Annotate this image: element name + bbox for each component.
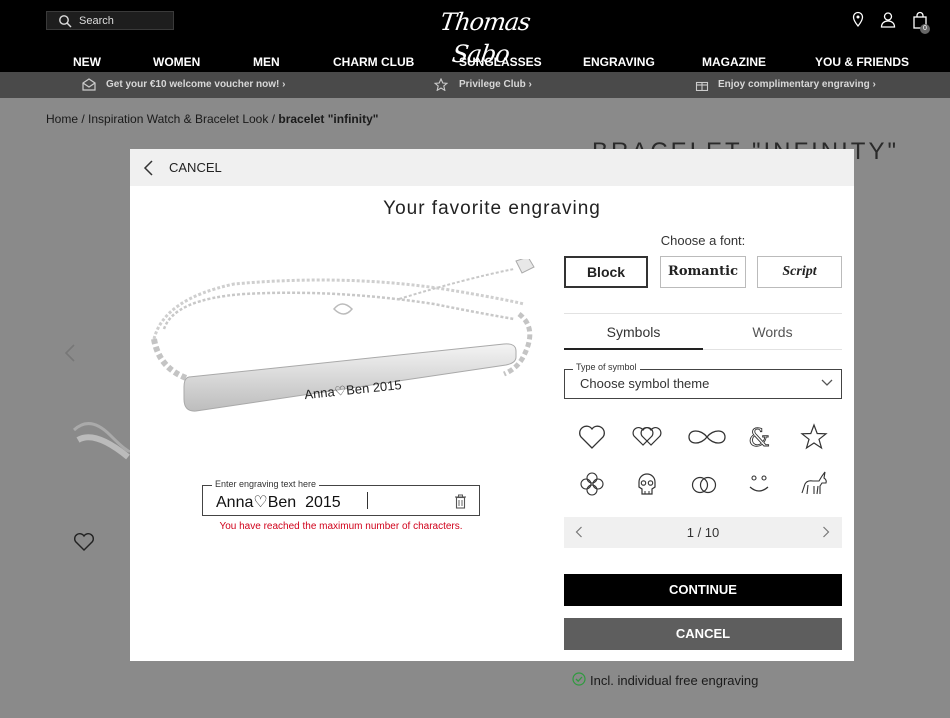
promo-engraving-link[interactable]: Enjoy complimentary engraving › (718, 79, 876, 90)
nav-item-new[interactable]: NEW (73, 55, 101, 69)
symbol-unicorn[interactable] (798, 469, 830, 499)
smiley-icon (749, 475, 769, 492)
symbol-smiley[interactable] (743, 469, 775, 499)
heart-icon (579, 425, 605, 449)
tab-words[interactable]: Words (703, 324, 842, 340)
breadcrumb-look[interactable]: Inspiration Watch & Bracelet Look (88, 112, 268, 126)
cart-count-badge: 0 (920, 24, 930, 34)
symbol-star[interactable] (798, 422, 830, 452)
symbol-rings[interactable] (688, 469, 720, 499)
font-romantic-button[interactable]: Romantic (660, 256, 746, 288)
nav-item-engraving[interactable]: ENGRAVING (583, 55, 655, 69)
modal-title: Your favorite engraving (383, 198, 601, 219)
infinity-icon (688, 430, 726, 444)
star-outline-icon (434, 78, 448, 91)
search-box[interactable]: Search (46, 11, 174, 30)
continue-button[interactable]: CONTINUE (564, 574, 842, 606)
engraving-error-message: You have reached the maximum number of c… (219, 521, 463, 532)
back-chevron-icon (143, 160, 153, 176)
choose-font-label: Choose a font: (660, 233, 746, 248)
symbol-double-heart[interactable] (631, 422, 663, 452)
font-script-button[interactable]: Script (757, 256, 842, 288)
pager-text: 1 / 10 (686, 525, 720, 540)
double-heart-icon (632, 427, 662, 446)
symbol-skull[interactable] (631, 469, 663, 499)
active-tab-indicator (564, 348, 703, 350)
store-locator-icon[interactable] (850, 11, 866, 29)
promo-bar: Get your €10 welcome voucher now! › Priv… (0, 72, 950, 98)
star-icon (800, 423, 828, 450)
unicorn-icon (801, 471, 827, 495)
nav-item-charm-club[interactable]: CHARM CLUB (333, 55, 414, 69)
promo-privilege-link[interactable]: Privilege Club › (459, 79, 532, 90)
skull-icon (638, 473, 656, 495)
nav-item-women[interactable]: WOMEN (153, 55, 200, 69)
engraving-input[interactable] (216, 493, 436, 511)
engraving-modal: CANCEL Your favorite engraving Anna♡Ben … (130, 149, 854, 661)
modal-header: CANCEL (130, 149, 854, 186)
rings-icon (691, 476, 717, 494)
nav-item-magazine[interactable]: MAGAZINE (702, 55, 766, 69)
top-header: Search Thomas Sabo 0 NEW WOMEN MEN CHARM… (0, 0, 950, 72)
product-thumbnail[interactable] (70, 395, 130, 485)
gallery-prev-icon[interactable] (64, 343, 76, 363)
brand-logo[interactable]: Thomas Sabo (410, 6, 560, 68)
chevron-down-icon (821, 379, 833, 386)
svg-text:&: & (748, 424, 769, 452)
breadcrumb-home[interactable]: Home (46, 112, 78, 126)
envelope-icon (82, 78, 96, 91)
font-block-button[interactable]: Block (564, 256, 648, 288)
symbol-clover[interactable] (576, 469, 608, 499)
wishlist-heart-icon[interactable] (73, 532, 95, 552)
breadcrumb: Home / Inspiration Watch & Bracelet Look… (46, 112, 379, 126)
symbol-ampersand[interactable]: & (743, 422, 775, 453)
chevron-right-icon[interactable] (822, 526, 830, 538)
breadcrumb-current: bracelet "infinity" (278, 112, 379, 126)
engraving-input-label: Enter engraving text here (212, 479, 320, 489)
cancel-button[interactable]: CANCEL (564, 618, 842, 650)
divider (564, 313, 842, 314)
symbol-theme-value: Choose symbol theme (580, 376, 710, 391)
ampersand-icon: & (748, 424, 770, 453)
symbol-type-label: Type of symbol (573, 362, 640, 372)
symbol-heart[interactable] (576, 422, 608, 452)
search-placeholder: Search (79, 15, 114, 27)
clover-icon (580, 472, 604, 496)
nav-item-you-and-friends[interactable]: YOU & FRIENDS (815, 55, 909, 69)
promo-voucher-link[interactable]: Get your €10 welcome voucher now! › (106, 79, 286, 90)
account-icon[interactable] (880, 11, 896, 29)
bracelet-preview: Anna♡Ben 2015 (151, 259, 535, 412)
search-icon (59, 15, 72, 28)
text-caret (367, 492, 368, 509)
gift-icon (695, 81, 709, 91)
divider (703, 349, 842, 350)
nav-item-men[interactable]: MEN (253, 55, 280, 69)
check-circle-icon (572, 672, 586, 686)
tab-symbols[interactable]: Symbols (564, 324, 703, 340)
main-nav: NEW WOMEN MEN CHARM CLUB SUNGLASSES ENGR… (0, 55, 950, 71)
nav-item-sunglasses[interactable]: SUNGLASSES (459, 55, 542, 69)
trash-icon[interactable] (454, 494, 467, 509)
symbol-infinity[interactable] (686, 422, 728, 452)
